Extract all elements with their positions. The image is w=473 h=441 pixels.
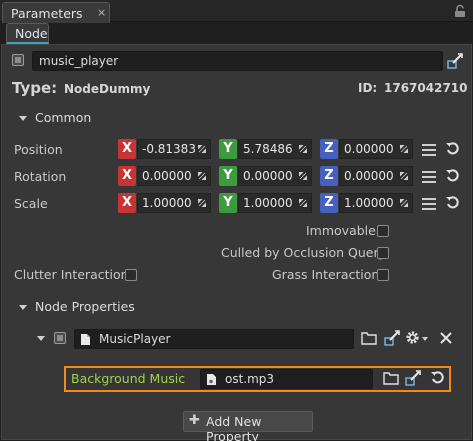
scale-menu-icon[interactable] bbox=[422, 198, 436, 210]
property-enabled-checkbox[interactable] bbox=[54, 332, 66, 344]
id-label: ID: bbox=[358, 81, 378, 95]
position-reset-icon[interactable] bbox=[445, 141, 460, 156]
edit-property-icon[interactable] bbox=[384, 329, 401, 346]
scale-x-input[interactable]: 1.00000 bbox=[137, 193, 211, 213]
collapse-node-properties-icon[interactable] bbox=[19, 305, 27, 310]
section-common-title[interactable]: Common bbox=[35, 110, 91, 125]
clutter-interaction-checkbox[interactable] bbox=[125, 269, 137, 281]
background-music-label: Background Music bbox=[71, 371, 186, 386]
immovable-label: Immovable bbox=[306, 223, 376, 238]
chevron-down-icon[interactable] bbox=[422, 337, 428, 341]
rotation-z-axis-label[interactable]: Z bbox=[320, 166, 338, 186]
document-icon bbox=[81, 334, 90, 345]
position-x-axis-label[interactable]: X bbox=[118, 139, 136, 159]
rotation-reset-icon[interactable] bbox=[445, 168, 460, 183]
scale-y-axis-label[interactable]: Y bbox=[219, 193, 237, 213]
immovable-checkbox[interactable] bbox=[377, 225, 389, 237]
scale-z-axis-label[interactable]: Z bbox=[320, 193, 338, 213]
tab-node-label: Node bbox=[15, 26, 48, 41]
close-property-icon[interactable] bbox=[440, 332, 452, 344]
rotation-label: Rotation bbox=[14, 169, 67, 184]
type-label: Type: bbox=[12, 79, 58, 97]
edit-in-editor-icon[interactable] bbox=[447, 52, 464, 69]
scale-y-input[interactable]: 1.00000 bbox=[238, 193, 312, 213]
unlock-icon[interactable] bbox=[453, 4, 467, 18]
drag-arrows-icon[interactable] bbox=[198, 199, 206, 207]
position-z-input[interactable]: 0.00000 bbox=[339, 139, 413, 159]
drag-arrows-icon[interactable] bbox=[198, 172, 206, 180]
folder-icon[interactable] bbox=[361, 331, 377, 345]
scale-label: Scale bbox=[14, 196, 48, 211]
id-value: 1767042710 bbox=[384, 81, 468, 95]
clutter-interaction-label: Clutter Interaction bbox=[14, 267, 129, 282]
rotation-x-input[interactable]: 0.00000 bbox=[137, 166, 211, 186]
browse-folder-icon[interactable] bbox=[383, 371, 399, 385]
collapse-property-icon[interactable] bbox=[37, 336, 45, 341]
drag-arrows-icon[interactable] bbox=[299, 145, 307, 153]
plus-icon: ✚ bbox=[189, 413, 200, 428]
drag-arrows-icon[interactable] bbox=[400, 199, 408, 207]
drag-arrows-icon[interactable] bbox=[299, 172, 307, 180]
scale-reset-icon[interactable] bbox=[445, 195, 460, 210]
grass-interaction-checkbox[interactable] bbox=[377, 269, 389, 281]
add-new-property-button[interactable]: ✚ Add New Property bbox=[183, 411, 313, 441]
rotation-menu-icon[interactable] bbox=[422, 171, 436, 183]
position-y-axis-label[interactable]: Y bbox=[219, 139, 237, 159]
rotation-y-axis-label[interactable]: Y bbox=[219, 166, 237, 186]
culled-by-occlusion-checkbox[interactable] bbox=[377, 247, 389, 259]
position-z-axis-label[interactable]: Z bbox=[320, 139, 338, 159]
drag-arrows-icon[interactable] bbox=[299, 199, 307, 207]
position-label: Position bbox=[14, 142, 63, 157]
rotation-y-input[interactable]: 0.00000 bbox=[238, 166, 312, 186]
reset-param-icon[interactable] bbox=[430, 370, 445, 385]
position-menu-icon[interactable] bbox=[422, 144, 436, 156]
window-title: Parameters bbox=[11, 6, 83, 21]
parameters-window-tab[interactable]: Parameters × bbox=[2, 2, 110, 23]
scale-x-axis-label[interactable]: X bbox=[118, 193, 136, 213]
open-file-icon[interactable] bbox=[405, 369, 422, 386]
drag-arrows-icon[interactable] bbox=[400, 172, 408, 180]
close-icon[interactable]: × bbox=[97, 6, 106, 19]
background-music-file-field[interactable]: ost.mp3 bbox=[200, 369, 373, 389]
grass-interaction-label: Grass Interaction bbox=[272, 267, 380, 282]
position-y-input[interactable]: 5.78486 bbox=[238, 139, 312, 159]
culled-by-occlusion-label: Culled by Occlusion Query bbox=[221, 245, 386, 260]
tab-node[interactable]: Node bbox=[6, 23, 49, 44]
rotation-x-axis-label[interactable]: X bbox=[118, 166, 136, 186]
node-name-input[interactable]: music_player bbox=[32, 51, 443, 71]
rotation-z-input[interactable]: 0.00000 bbox=[339, 166, 413, 186]
property-name-field[interactable]: MusicPlayer bbox=[74, 329, 354, 349]
position-x-input[interactable]: -0.81383 bbox=[137, 139, 211, 159]
node-enabled-checkbox[interactable] bbox=[12, 54, 24, 66]
section-node-properties-title[interactable]: Node Properties bbox=[35, 299, 135, 314]
drag-arrows-icon[interactable] bbox=[400, 145, 408, 153]
collapse-common-icon[interactable] bbox=[19, 116, 27, 121]
scale-z-input[interactable]: 1.00000 bbox=[339, 193, 413, 213]
gear-icon[interactable] bbox=[405, 330, 420, 345]
drag-arrows-icon[interactable] bbox=[198, 145, 206, 153]
audio-file-icon bbox=[207, 374, 216, 385]
type-value: NodeDummy bbox=[64, 82, 151, 96]
